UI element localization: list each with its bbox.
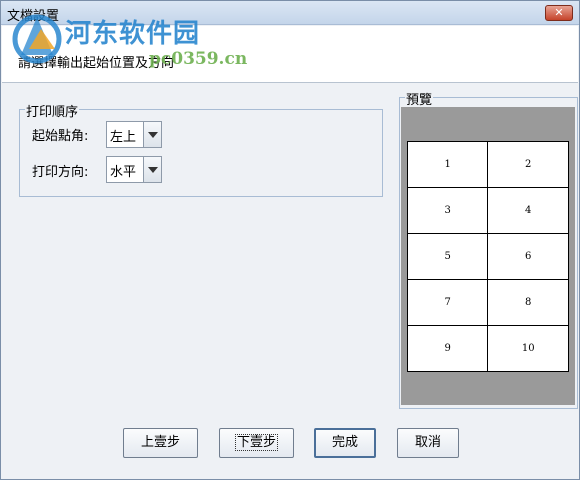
prev-step-label: 上壹步	[140, 435, 180, 450]
preview-row: 7 8	[406, 279, 569, 326]
start-corner-label: 起始點角:	[32, 129, 89, 144]
preview-cell: 4	[487, 187, 569, 234]
cancel-label: 取消	[414, 435, 441, 450]
start-corner-value: 左上	[110, 130, 137, 145]
next-step-button[interactable]: 下壹步	[219, 428, 294, 458]
watermark: 河东软件园 pc0359.cn	[9, 7, 247, 77]
finish-label: 完成	[331, 435, 358, 450]
dialog-window: 文檔設置 ✕ 請選擇輸出起始位置及方向 河东软件园 pc0359.cn 打印順序…	[0, 0, 580, 480]
preview-area: 1 2 3 4 5 6 7 8 9 10	[401, 107, 575, 405]
preview-page-grid: 1 2 3 4 5 6 7 8 9 10	[406, 141, 569, 372]
close-icon: ✕	[554, 6, 564, 19]
preview-row: 3 4	[406, 187, 569, 234]
direction-label: 打印方向:	[32, 165, 89, 180]
preview-legend: 預覽	[405, 89, 434, 108]
cancel-button[interactable]: 取消	[397, 428, 459, 458]
preview-cell: 7	[406, 279, 489, 326]
print-order-group: 打印順序 起始點角: 左上 打印方向: 水平	[19, 101, 383, 197]
preview-cell: 3	[406, 187, 489, 234]
finish-button[interactable]: 完成	[314, 428, 376, 458]
watermark-name: 河东软件园	[65, 19, 201, 49]
prev-step-button[interactable]: 上壹步	[123, 428, 198, 458]
print-order-legend: 打印順序	[25, 101, 80, 120]
preview-cell: 2	[487, 141, 569, 188]
close-button[interactable]: ✕	[545, 5, 573, 21]
direction-select[interactable]: 水平	[106, 156, 162, 183]
preview-cell: 10	[487, 325, 569, 372]
preview-row: 9 10	[406, 325, 569, 372]
next-step-label: 下壹步	[234, 434, 278, 451]
chevron-down-icon[interactable]	[143, 122, 161, 147]
watermark-url: pc0359.cn	[149, 49, 248, 69]
preview-cell: 8	[487, 279, 569, 326]
preview-cell: 5	[406, 233, 489, 280]
start-corner-select[interactable]: 左上	[106, 121, 162, 148]
direction-value: 水平	[110, 165, 137, 180]
preview-row: 5 6	[406, 233, 569, 280]
watermark-logo-icon	[12, 14, 62, 64]
preview-cell: 9	[406, 325, 489, 372]
chevron-down-icon[interactable]	[143, 157, 161, 182]
preview-cell: 6	[487, 233, 569, 280]
preview-cell: 1	[406, 141, 489, 188]
preview-row: 1 2	[406, 141, 569, 188]
